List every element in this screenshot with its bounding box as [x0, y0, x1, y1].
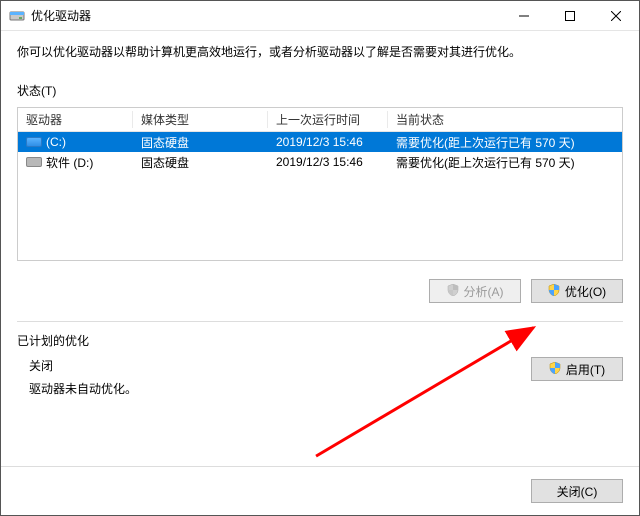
schedule-off-label: 关闭: [29, 357, 137, 374]
drive-row-c[interactable]: (C:) 固态硬盘 2019/12/3 15:46 需要优化(距上次运行已有 5…: [18, 132, 622, 152]
drive-name: 软件 (D:): [46, 154, 93, 171]
minimize-icon: [519, 11, 529, 21]
optimize-drives-window: 优化驱动器 你可以优化驱动器以帮助计算机更高效地运行，或者分析驱动器以了解是否需…: [0, 0, 640, 516]
drive-name: (C:): [46, 135, 66, 149]
optimize-button[interactable]: 优化(O): [531, 279, 623, 303]
window-title: 优化驱动器: [31, 7, 501, 24]
drive-media: 固态硬盘: [133, 154, 268, 171]
status-label: 状态(T): [17, 82, 623, 99]
close-dialog-button[interactable]: 关闭(C): [531, 479, 623, 503]
drive-status: 需要优化(距上次运行已有 570 天): [388, 154, 622, 171]
drive-icon: [26, 137, 42, 147]
drive-status: 需要优化(距上次运行已有 570 天): [388, 134, 622, 151]
shield-icon: [548, 284, 560, 299]
column-drive[interactable]: 驱动器: [18, 111, 133, 128]
app-icon: [9, 8, 25, 24]
drives-header: 驱动器 媒体类型 上一次运行时间 当前状态: [18, 108, 622, 132]
column-media-type[interactable]: 媒体类型: [133, 111, 268, 128]
analyze-label: 分析(A): [464, 283, 504, 300]
enable-label: 启用(T): [566, 361, 605, 378]
schedule-section: 已计划的优化 关闭 驱动器未自动优化。 启用(T): [17, 321, 623, 397]
maximize-button[interactable]: [547, 1, 593, 30]
analyze-button: 分析(A): [429, 279, 521, 303]
description-text: 你可以优化驱动器以帮助计算机更高效地运行，或者分析驱动器以了解是否需要对其进行优…: [17, 43, 623, 60]
drive-last-run: 2019/12/3 15:46: [268, 155, 388, 169]
drive-media: 固态硬盘: [133, 134, 268, 151]
drive-row-d[interactable]: 软件 (D:) 固态硬盘 2019/12/3 15:46 需要优化(距上次运行已…: [18, 152, 622, 172]
close-label: 关闭(C): [557, 483, 598, 500]
schedule-status: 关闭 驱动器未自动优化。: [17, 357, 137, 397]
schedule-note: 驱动器未自动优化。: [29, 380, 137, 397]
column-last-run[interactable]: 上一次运行时间: [268, 111, 388, 128]
enable-button[interactable]: 启用(T): [531, 357, 623, 381]
drive-icon: [26, 157, 42, 167]
drive-last-run: 2019/12/3 15:46: [268, 135, 388, 149]
footer: 关闭(C): [1, 466, 639, 515]
close-button[interactable]: [593, 1, 639, 30]
titlebar: 优化驱动器: [1, 1, 639, 31]
maximize-icon: [565, 11, 575, 21]
content-area: 你可以优化驱动器以帮助计算机更高效地运行，或者分析驱动器以了解是否需要对其进行优…: [1, 31, 639, 466]
window-controls: [501, 1, 639, 30]
schedule-header: 已计划的优化: [17, 332, 623, 349]
column-status[interactable]: 当前状态: [388, 111, 622, 128]
shield-icon: [549, 362, 561, 377]
drives-listview[interactable]: 驱动器 媒体类型 上一次运行时间 当前状态 (C:) 固态硬盘 2019/12/…: [17, 107, 623, 261]
optimize-label: 优化(O): [565, 283, 606, 300]
shield-icon: [447, 284, 459, 299]
drives-body: (C:) 固态硬盘 2019/12/3 15:46 需要优化(距上次运行已有 5…: [18, 132, 622, 260]
close-icon: [611, 11, 621, 21]
minimize-button[interactable]: [501, 1, 547, 30]
action-buttons: 分析(A) 优化(O): [17, 279, 623, 303]
